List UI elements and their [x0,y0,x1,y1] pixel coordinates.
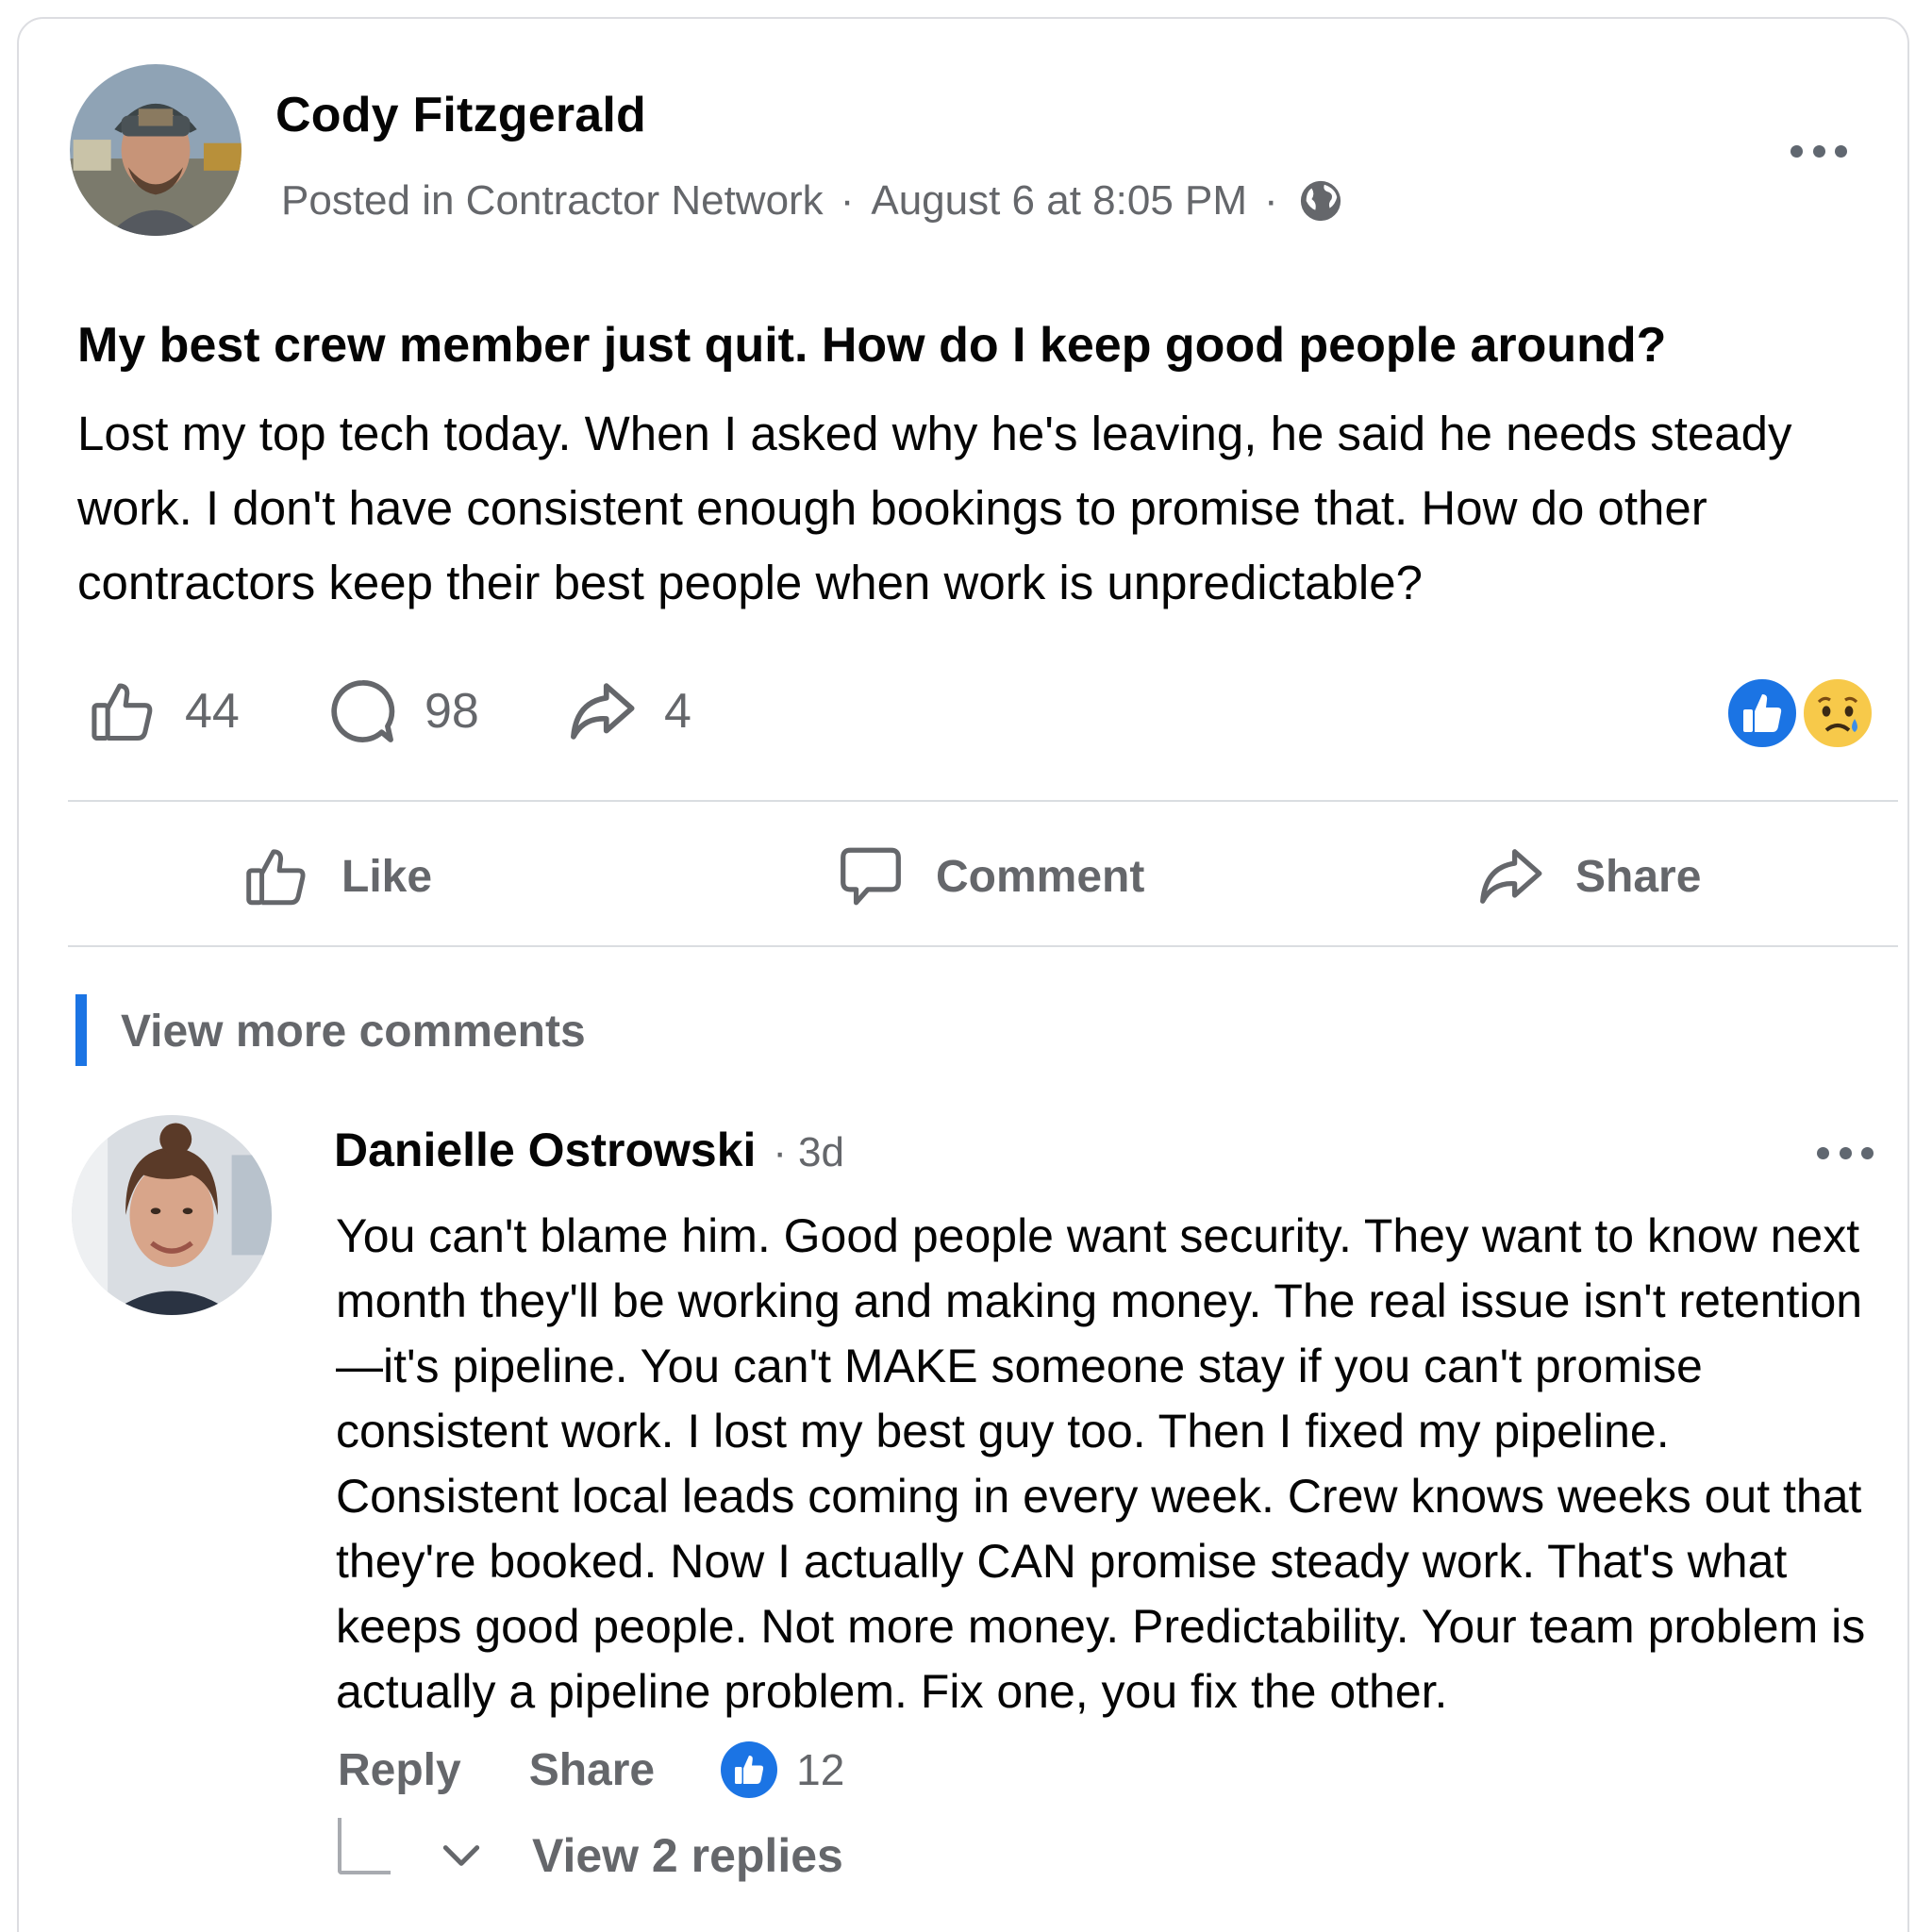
divider [68,945,1898,947]
like-count-value: 44 [185,684,240,739]
comment-like-count-value: 12 [796,1745,845,1794]
thumbs-up-icon [246,849,306,906]
post-timestamp[interactable]: August 6 at 8:05 PM [871,177,1247,225]
share-count-value: 4 [664,684,691,739]
meta-separator: · [840,177,855,224]
comment-more-options-icon[interactable] [1817,1143,1874,1162]
post-meta: Posted in Contractor Network · August 6 … [281,177,1342,225]
like-reaction-icon[interactable] [1724,675,1800,751]
comment-body: You can't blame him. Good people want se… [336,1209,1866,1718]
comment-count[interactable]: 98 [326,675,479,747]
reply-connector-line [338,1818,391,1874]
share-button[interactable]: Share [1475,834,1701,919]
chevron-down-icon[interactable] [438,1837,485,1874]
share-arrow-icon [1480,849,1542,904]
comment-share-button[interactable]: Share [529,1744,655,1796]
comment-time[interactable]: 3d [798,1129,844,1176]
view-replies-row[interactable]: View 2 replies [338,1818,843,1883]
comment-button-label: Comment [936,851,1145,902]
post-title: My best crew member just quit. How do I … [77,318,1667,373]
comment-like-count[interactable]: 12 [721,1741,844,1798]
comment-count-value: 98 [425,684,479,739]
comment-reply-button[interactable]: Reply [338,1744,461,1796]
like-count[interactable]: 44 [87,675,240,747]
thumbs-up-icon [92,683,153,741]
share-arrow-icon [571,683,635,740]
post-more-options-icon[interactable] [1790,142,1847,160]
like-button[interactable]: Like [242,834,432,919]
comment-actions: Reply Share 12 [338,1741,844,1798]
post-card: Cody Fitzgerald Posted in Contractor Net… [17,17,1909,1932]
divider [68,800,1898,802]
comment-separator: · [773,1129,788,1175]
commenter-name[interactable]: Danielle Ostrowski [334,1123,756,1177]
share-button-label: Share [1575,851,1702,902]
comment-bubble-icon [331,680,395,742]
group-link[interactable]: Posted in Contractor Network [281,177,824,225]
share-count[interactable]: 4 [566,675,691,747]
comment-header: Danielle Ostrowski · 3d [334,1123,844,1177]
author-avatar[interactable] [70,64,242,236]
meta-separator: · [1264,177,1278,224]
post-body: Lost my top tech today. When I asked why… [77,407,1792,609]
view-more-comments-link[interactable]: View more comments [121,1006,586,1058]
view-more-accent-bar [75,994,87,1066]
commenter-avatar[interactable] [72,1115,272,1315]
globe-icon [1299,179,1342,223]
comment-bubble-icon [841,847,901,906]
sad-reaction-icon[interactable] [1800,675,1875,751]
view-replies-link[interactable]: View 2 replies [532,1828,843,1883]
like-button-label: Like [341,851,433,902]
like-reaction-icon [721,1741,778,1798]
author-name[interactable]: Cody Fitzgerald [275,87,646,143]
comment-button[interactable]: Comment [836,834,1144,919]
